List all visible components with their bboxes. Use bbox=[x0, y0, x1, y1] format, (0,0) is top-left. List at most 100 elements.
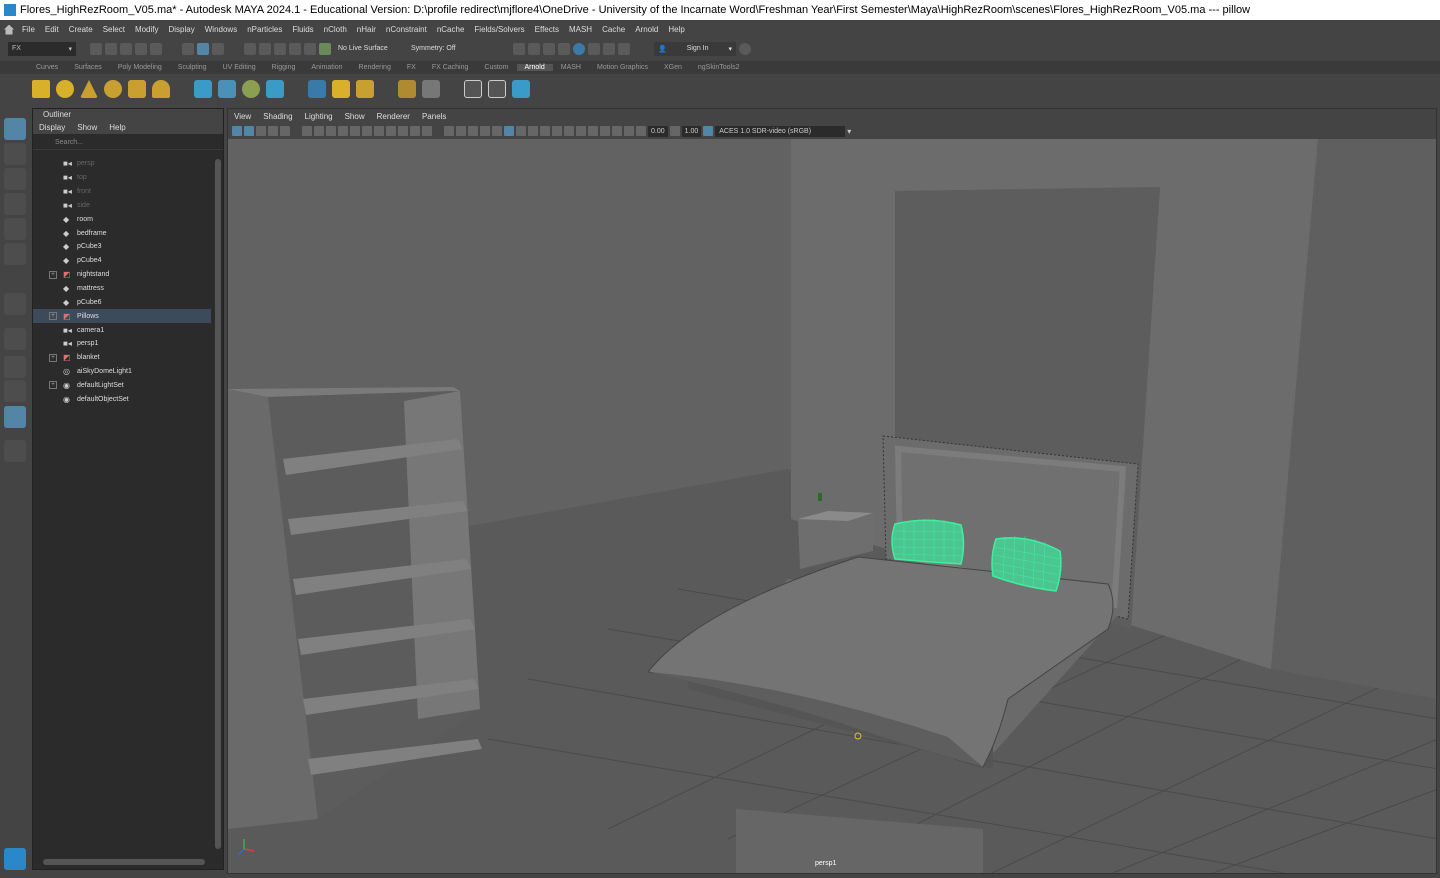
menu-modify[interactable]: Modify bbox=[135, 25, 159, 34]
camera-attributes-icon[interactable] bbox=[244, 126, 254, 136]
snap-point-icon[interactable] bbox=[274, 42, 286, 55]
snap-icon[interactable] bbox=[398, 126, 408, 136]
flush-cache-icon[interactable] bbox=[308, 80, 326, 98]
expand-icon[interactable]: + bbox=[49, 270, 57, 279]
volume-icon[interactable] bbox=[242, 80, 260, 98]
make-live-icon[interactable] bbox=[319, 42, 331, 55]
undo-icon[interactable] bbox=[135, 42, 147, 55]
use-lights-icon[interactable] bbox=[516, 126, 526, 136]
color-space-dropdown[interactable]: ACES 1.0 SDR-video (sRGB) bbox=[715, 125, 846, 137]
single-view-icon[interactable] bbox=[4, 328, 26, 350]
outliner-menu-help[interactable]: Help bbox=[109, 123, 125, 132]
wireframe-on-shaded-icon[interactable] bbox=[468, 126, 478, 136]
menu-nconstraint[interactable]: nConstraint bbox=[386, 25, 427, 34]
render-view-eye-icon[interactable] bbox=[464, 80, 482, 98]
pan-zoom-icon[interactable] bbox=[386, 126, 396, 136]
home-icon[interactable] bbox=[4, 24, 14, 35]
outliner-menu-display[interactable]: Display bbox=[39, 123, 65, 132]
outliner-persp-icon[interactable] bbox=[4, 380, 26, 402]
xray-active-icon[interactable] bbox=[600, 126, 610, 136]
menu-ncache[interactable]: nCache bbox=[437, 25, 465, 34]
xray-joints-icon[interactable] bbox=[492, 126, 502, 136]
screen-space-ao-icon[interactable] bbox=[540, 126, 550, 136]
safe-action-icon[interactable] bbox=[362, 126, 372, 136]
select-hierarchy-icon[interactable] bbox=[182, 42, 194, 55]
texture-manager-icon[interactable] bbox=[332, 80, 350, 98]
menu-fields-solvers[interactable]: Fields/Solvers bbox=[474, 25, 524, 34]
outliner-layout-icon[interactable] bbox=[4, 406, 26, 428]
standin-icon[interactable] bbox=[194, 80, 212, 98]
menu-nhair[interactable]: nHair bbox=[357, 25, 376, 34]
outliner-item[interactable]: ■◂ front bbox=[33, 185, 211, 199]
color-management-icon[interactable] bbox=[703, 126, 714, 136]
gamma-icon[interactable] bbox=[669, 126, 680, 136]
viewport-menu-view[interactable]: View bbox=[234, 112, 251, 121]
menu-ncloth[interactable]: nCloth bbox=[324, 25, 347, 34]
pillow-left[interactable] bbox=[891, 519, 965, 565]
rotate-tool-icon[interactable] bbox=[4, 218, 26, 240]
scene-view[interactable] bbox=[228, 139, 1437, 874]
shelf-tab-motion-graphics[interactable]: Motion Graphics bbox=[589, 64, 656, 71]
shelf-tab-ngskintools2[interactable]: ngSkinTools2 bbox=[690, 64, 748, 71]
outliner-item[interactable]: + ◉ defaultLightSet bbox=[33, 379, 211, 393]
two-sided-icon[interactable] bbox=[624, 126, 634, 136]
render-frame-icon[interactable] bbox=[528, 42, 540, 55]
mesh-light-icon[interactable] bbox=[128, 80, 146, 98]
curve-collector-icon[interactable] bbox=[266, 80, 284, 98]
operator-icon[interactable] bbox=[422, 80, 440, 98]
shelf-tab-xgen[interactable]: XGen bbox=[656, 64, 690, 71]
menu-windows[interactable]: Windows bbox=[205, 25, 237, 34]
license-icon[interactable] bbox=[398, 80, 416, 98]
expand-icon[interactable]: + bbox=[49, 353, 57, 362]
outliner-item[interactable]: ■◂ top bbox=[33, 171, 211, 185]
shelf-tab-mash[interactable]: MASH bbox=[553, 64, 589, 71]
outliner-item[interactable]: ■◂ side bbox=[33, 199, 211, 213]
select-camera-icon[interactable] bbox=[232, 126, 242, 136]
snap-projected-icon[interactable] bbox=[289, 42, 301, 55]
expand-icon[interactable]: + bbox=[49, 381, 57, 390]
bookmarks-icon[interactable] bbox=[256, 126, 266, 136]
menu-create[interactable]: Create bbox=[69, 25, 93, 34]
shelf-tab-sculpting[interactable]: Sculpting bbox=[170, 64, 215, 71]
shelf-tab-surfaces[interactable]: Surfaces bbox=[66, 64, 110, 71]
remove-icon[interactable] bbox=[356, 80, 374, 98]
outliner-item[interactable]: ■◂ persp bbox=[33, 157, 211, 171]
outliner-item[interactable]: ◆ pCube6 bbox=[33, 296, 211, 310]
live-surface-field[interactable]: No Live Surface bbox=[334, 41, 404, 56]
hypershade-icon[interactable] bbox=[573, 42, 585, 55]
sign-in-button[interactable]: 👤 Sign In ▾ bbox=[654, 41, 736, 56]
outliner-item[interactable]: ◆ pCube3 bbox=[33, 240, 211, 254]
outliner-menu-show[interactable]: Show bbox=[77, 123, 97, 132]
outliner-item[interactable]: ■◂ persp1 bbox=[33, 337, 211, 351]
motion-blur-icon[interactable] bbox=[552, 126, 562, 136]
viewport-menu-renderer[interactable]: Renderer bbox=[377, 112, 410, 121]
menu-nparticles[interactable]: nParticles bbox=[247, 25, 282, 34]
gate-mask-icon[interactable] bbox=[338, 126, 348, 136]
symmetry-dropdown[interactable]: Symmetry: Off bbox=[407, 41, 487, 56]
help-icon[interactable] bbox=[739, 42, 751, 55]
outliner-item[interactable]: ◆ mattress bbox=[33, 282, 211, 296]
redo-icon[interactable] bbox=[150, 42, 162, 55]
textured-icon[interactable] bbox=[504, 126, 514, 136]
viewport-menu-shading[interactable]: Shading bbox=[263, 112, 292, 121]
area-light-icon[interactable] bbox=[32, 80, 50, 98]
export-standin-icon[interactable] bbox=[218, 80, 236, 98]
grease-pencil-icon[interactable] bbox=[280, 126, 290, 136]
arnold-ipr-icon[interactable] bbox=[603, 42, 615, 55]
xray-icon[interactable] bbox=[480, 126, 490, 136]
menu-select[interactable]: Select bbox=[103, 25, 125, 34]
field-chart-icon[interactable] bbox=[350, 126, 360, 136]
outliner-item[interactable]: ■◂ camera1 bbox=[33, 323, 211, 337]
shelf-tab-curves[interactable]: Curves bbox=[28, 64, 66, 71]
outliner-item[interactable]: ◉ defaultObjectSet bbox=[33, 392, 211, 406]
save-scene-icon[interactable] bbox=[120, 42, 132, 55]
shelf-tab-arnold[interactable]: Arnold bbox=[516, 64, 553, 71]
resolution-gate-icon[interactable] bbox=[326, 126, 336, 136]
wireframe-icon[interactable] bbox=[444, 126, 454, 136]
menu-display[interactable]: Display bbox=[169, 25, 195, 34]
expand-icon[interactable]: + bbox=[49, 312, 57, 321]
lasso-tool-icon[interactable] bbox=[4, 143, 26, 165]
manipulator-icon[interactable] bbox=[4, 293, 26, 315]
shadows-icon[interactable] bbox=[528, 126, 538, 136]
image-plane-icon[interactable] bbox=[268, 126, 278, 136]
